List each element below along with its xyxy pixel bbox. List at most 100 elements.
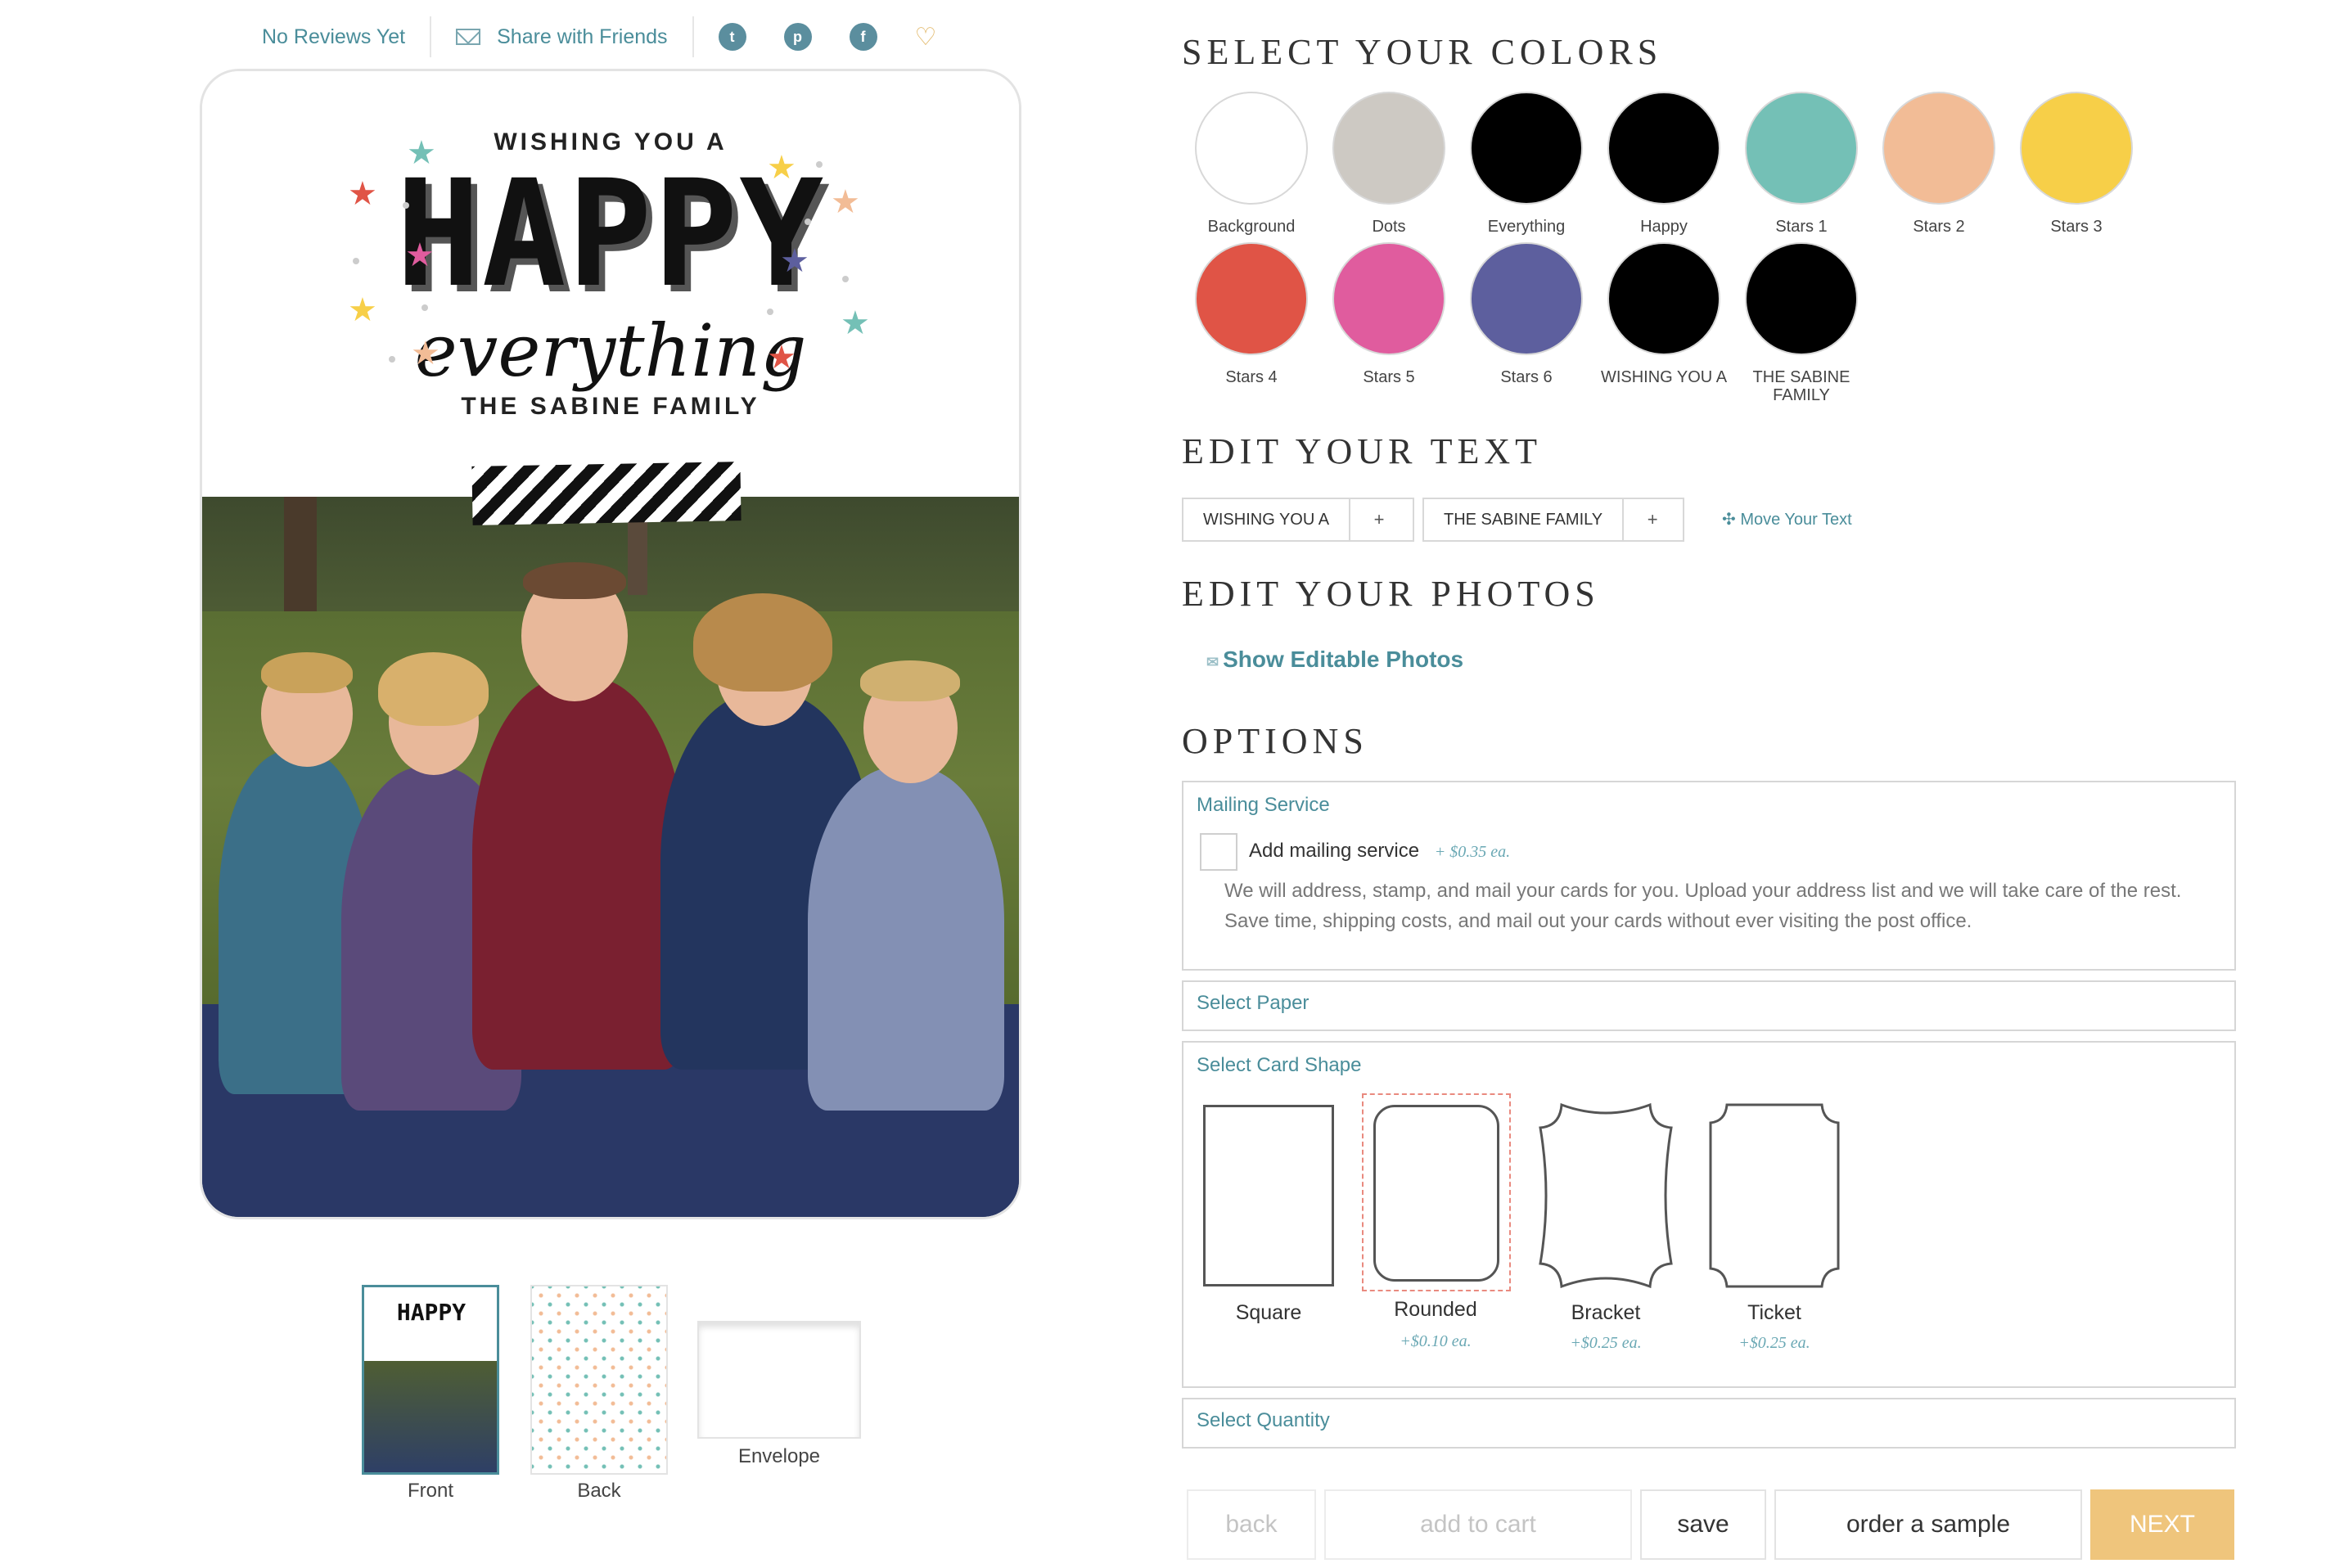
thumbnail-front[interactable]: HAPPY xyxy=(362,1285,499,1475)
thumbnail-front-label: Front xyxy=(407,1480,453,1502)
show-editable-photos-link[interactable]: ✉ Show Editable Photos xyxy=(1206,647,1463,673)
photos-heading: EDIT YOUR PHOTOS xyxy=(1182,574,1600,614)
shape-ticket-option[interactable] xyxy=(1707,1102,1841,1290)
color-swatch[interactable] xyxy=(1745,92,1858,205)
star-icon: ★ xyxy=(767,340,796,376)
dot xyxy=(767,309,773,315)
plus-icon[interactable]: + xyxy=(1350,509,1408,530)
shape-rounded-price: +$0.10 ea. xyxy=(1400,1332,1472,1350)
twitter-icon[interactable]: t xyxy=(718,23,746,51)
move-icon: ✣ xyxy=(1722,511,1741,529)
favorite-heart-icon[interactable]: ♡ xyxy=(915,23,937,52)
hair xyxy=(693,593,832,692)
select-quantity-panel[interactable]: Select Quantity xyxy=(1182,1398,2236,1449)
hair xyxy=(378,652,489,726)
pinterest-icon[interactable]: p xyxy=(783,23,812,51)
mailing-checkbox[interactable] xyxy=(1200,833,1237,871)
mailing-service-title[interactable]: Mailing Service xyxy=(1197,794,1330,817)
shape-bracket-price: +$0.25 ea. xyxy=(1570,1334,1642,1352)
color-swatch[interactable] xyxy=(1607,92,1720,205)
select-paper-title: Select Paper xyxy=(1197,992,1310,1014)
colors-heading: SELECT YOUR COLORS xyxy=(1182,32,1663,72)
shape-rounded-label: Rounded xyxy=(1394,1298,1477,1321)
thumbnail-front-photo xyxy=(364,1361,497,1472)
shape-bracket-label: Bracket xyxy=(1571,1301,1641,1324)
color-swatch[interactable] xyxy=(1332,242,1445,355)
share-bar: No Reviews Yet Share with Friends t p f … xyxy=(262,16,937,57)
divider xyxy=(692,16,694,57)
color-swatch[interactable] xyxy=(1745,242,1858,355)
thumbnail-envelope-label: Envelope xyxy=(737,1445,821,1467)
color-swatch[interactable] xyxy=(1195,92,1308,205)
color-swatch[interactable] xyxy=(1195,242,1308,355)
star-icon: ★ xyxy=(831,184,860,220)
color-swatch-label: Stars 6 xyxy=(1500,368,1553,386)
dot xyxy=(389,356,395,363)
mailing-price: + $0.35 ea. xyxy=(1434,843,1511,861)
add-to-cart-button[interactable]: add to cart xyxy=(1324,1489,1632,1560)
mailing-label-text: Add mailing service xyxy=(1249,840,1420,862)
person-father xyxy=(472,677,685,1070)
select-paper-panel[interactable]: Select Paper xyxy=(1182,980,2236,1031)
shape-square-option[interactable] xyxy=(1203,1105,1334,1286)
color-swatch[interactable] xyxy=(1882,92,1995,205)
mailing-description: We will address, stamp, and mail your ca… xyxy=(1224,880,2182,932)
facebook-icon[interactable]: f xyxy=(849,23,877,51)
dot xyxy=(403,202,409,209)
star-icon: ★ xyxy=(348,176,377,212)
thumbnail-envelope[interactable] xyxy=(697,1321,861,1439)
shape-rounded-option[interactable] xyxy=(1373,1105,1499,1282)
tree-trunk xyxy=(284,497,317,620)
text-heading: EDIT YOUR TEXT xyxy=(1182,431,1543,471)
card-line-family: THE SABINE FAMILY xyxy=(461,393,760,420)
family-photo[interactable] xyxy=(202,497,1019,1217)
card-preview[interactable]: WISHING YOU A HAPPY everything THE SABIN… xyxy=(200,69,1021,1219)
color-swatch[interactable] xyxy=(1470,242,1583,355)
thumbnail-back[interactable] xyxy=(530,1285,668,1475)
reviews-link[interactable]: No Reviews Yet xyxy=(262,25,405,49)
card-shape-panel: Select Card Shape Square Rounded +$0.10 … xyxy=(1182,1041,2236,1388)
dot xyxy=(421,304,428,311)
star-icon: ★ xyxy=(348,292,377,328)
color-swatch-label: Dots xyxy=(1372,218,1406,236)
shape-bracket-option[interactable] xyxy=(1537,1102,1675,1290)
move-text-label: Move Your Text xyxy=(1740,511,1852,529)
color-swatch-label: THE SABINE FAMILY xyxy=(1752,368,1850,404)
color-swatch-label: Everything xyxy=(1487,218,1566,236)
shape-ticket-label: Ticket xyxy=(1747,1301,1801,1324)
color-swatch-label: Stars 5 xyxy=(1363,368,1415,386)
order-sample-button[interactable]: order a sample xyxy=(1774,1489,2082,1560)
text-field-wishing[interactable]: WISHING YOU A + xyxy=(1182,498,1414,542)
back-button[interactable]: back xyxy=(1187,1489,1316,1560)
color-swatch[interactable] xyxy=(2020,92,2133,205)
text-field-label: THE SABINE FAMILY xyxy=(1424,499,1625,540)
hair xyxy=(261,652,353,693)
color-swatch-label: Stars 1 xyxy=(1775,218,1828,236)
color-swatch[interactable] xyxy=(1332,92,1445,205)
color-swatch-label: Stars 2 xyxy=(1913,218,1965,236)
save-button[interactable]: save xyxy=(1640,1489,1766,1560)
card-text-area: WISHING YOU A HAPPY everything THE SABIN… xyxy=(202,71,1019,497)
star-icon: ★ xyxy=(841,305,870,341)
star-icon: ★ xyxy=(411,336,440,372)
share-with-friends-link[interactable]: Share with Friends xyxy=(497,25,667,49)
move-text-link[interactable]: ✣ Move Your Text xyxy=(1722,509,1852,529)
options-heading: OPTIONS xyxy=(1182,721,1368,761)
dot xyxy=(353,258,359,264)
plus-icon[interactable]: + xyxy=(1624,509,1681,530)
star-icon: ★ xyxy=(767,150,796,186)
text-field-family[interactable]: THE SABINE FAMILY + xyxy=(1422,498,1684,542)
mail-icon xyxy=(456,29,481,45)
card-line-happy: HAPPY xyxy=(395,149,826,320)
card-line-everything: everything xyxy=(414,309,807,393)
color-swatch-label: Happy xyxy=(1640,218,1688,236)
card-shape-title[interactable]: Select Card Shape xyxy=(1197,1054,1361,1077)
thumbnail-front-text: HAPPY xyxy=(396,1299,467,1326)
dot xyxy=(816,161,823,168)
star-icon: ★ xyxy=(405,237,435,273)
color-swatch[interactable] xyxy=(1607,242,1720,355)
color-swatch[interactable] xyxy=(1470,92,1583,205)
color-swatch-label: Background xyxy=(1207,218,1296,236)
next-button[interactable]: NEXT xyxy=(2090,1489,2234,1560)
star-icon: ★ xyxy=(780,243,809,279)
